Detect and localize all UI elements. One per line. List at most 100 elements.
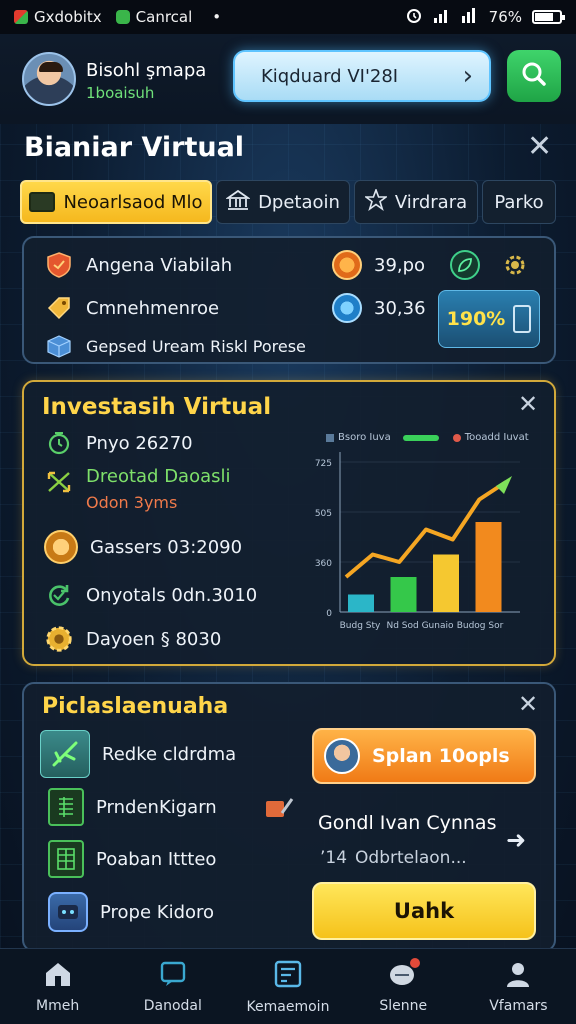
nav-profile-label: Vfamars [489, 997, 548, 1014]
nav-chat[interactable]: Danodal [115, 949, 230, 1024]
plan-secondary-button[interactable]: Uahk [312, 882, 536, 940]
shield-badge-icon [115, 10, 130, 24]
plan-primary-button[interactable]: Splan 10opls [312, 728, 536, 784]
summary-value-1: 39,po [332, 250, 425, 280]
search-value: Kiqduard VI'28I [261, 65, 399, 87]
ledger-icon [48, 788, 84, 826]
nav-notifications-label: Slenne [379, 997, 428, 1014]
invest-close-icon[interactable]: ✕ [518, 392, 538, 416]
exchange-icon [44, 466, 74, 496]
leaf-icon[interactable] [450, 250, 480, 280]
summary-row-2: Cmnehmenroe [44, 293, 219, 323]
plans-right-sub: ’14 Odbrtelaon... [320, 848, 467, 868]
invest-item-1-label: Pnyo 26270 [86, 432, 193, 454]
search-button[interactable] [507, 50, 561, 102]
plans-right-prefix: ’14 [320, 848, 348, 868]
phone-icon [513, 305, 532, 333]
plan-item-4[interactable]: Prope Kidoro [48, 892, 214, 932]
invest-item-3-label: Gassers 03:2090 [90, 536, 243, 558]
tag-icon [44, 293, 74, 323]
chart-bar [433, 554, 459, 612]
shield-icon [44, 250, 74, 280]
medal-icon [44, 530, 78, 564]
plan-item-1[interactable]: Redke cldrdma [40, 730, 236, 778]
invest-title: Investasih Virtual [42, 394, 272, 420]
avatar[interactable] [22, 52, 76, 106]
settings-icon[interactable] [500, 250, 530, 280]
summary-row-1-label: Angena Viabilah [86, 254, 233, 276]
coin-icon [332, 250, 362, 280]
star-icon [363, 187, 389, 216]
summary-row-1: Angena Viabilah [44, 250, 232, 280]
battery-percent: 76% [488, 8, 522, 26]
notification-icon [388, 957, 421, 992]
nav-profile[interactable]: Vfamars [461, 949, 576, 1024]
chart-bar [348, 594, 374, 612]
plan-primary-button-label: Splan 10opls [372, 745, 510, 767]
notification-dot-icon [410, 957, 421, 968]
summary-row-2-label: Cmnehmenroe [86, 297, 220, 319]
globe-icon [332, 293, 362, 323]
chart-bar [390, 577, 417, 612]
chevron-right-icon[interactable]: › [463, 61, 473, 91]
plan-item-2[interactable]: PrndenKigarn [48, 788, 217, 826]
profile-icon [504, 960, 532, 992]
chart-trend-arrowhead [496, 476, 512, 494]
signal-icon [433, 7, 451, 27]
plan-item-3[interactable]: Poaban Ittteo [48, 840, 216, 878]
arrow-right-icon[interactable]: ➜ [506, 826, 526, 854]
sheet-icon [48, 840, 84, 878]
nav-chat-label: Danodal [143, 997, 202, 1014]
invest-item-2: Dreotad Daoasli Odon 3yms [44, 466, 231, 512]
summary-value-2: 30,36 [332, 293, 426, 323]
chart-y-tick-label: 725 [315, 459, 332, 469]
clock-icon [44, 428, 74, 458]
summary-value-1-text: 39,po [374, 254, 426, 276]
status-dot: • [212, 8, 222, 26]
invest-item-1: Pnyo 26270 [44, 428, 193, 458]
plans-right-heading: Gondl Ivan Cynnas [318, 812, 497, 834]
home-icon [43, 960, 73, 992]
summary-row-3: Gepsed Uream Riskl Porese [44, 331, 306, 361]
summary-value-2-text: 30,36 [374, 297, 426, 319]
chat-icon [158, 960, 188, 992]
close-icon[interactable]: ✕ [527, 132, 552, 162]
nav-portfolio-label: Kemaemoin [246, 998, 330, 1015]
avatar-badge-icon [324, 738, 360, 774]
page-title: Bianiar Virtual [24, 132, 245, 163]
summary-row-3-label: Gepsed Uream Riskl Porese [86, 336, 306, 356]
invest-item-3: Gassers 03:2090 [44, 530, 242, 564]
user-subtitle: 1boaisuh [86, 84, 155, 102]
tab-parko[interactable]: Parko [482, 180, 556, 224]
nav-portfolio[interactable]: Kemaemoin [230, 949, 345, 1024]
tab-wallet-label: Neoarlsaod Mlo [63, 191, 203, 213]
invest-item-5-label: Dayoen § 8030 [86, 628, 222, 650]
tab-virtual[interactable]: Virdrara [354, 180, 478, 224]
tab-deposit[interactable]: Dpetaoin [216, 180, 350, 224]
invest-item-5: Dayoen § 8030 [44, 624, 221, 654]
plans-title: Piclaslaenuaha [42, 694, 229, 719]
invest-item-4-label: Onyotals 0dn.3010 [86, 584, 258, 606]
user-name: Bisohl şmapa [86, 60, 207, 81]
app-badge-icon [14, 10, 28, 24]
signal-2-icon [461, 7, 479, 27]
search-icon [520, 60, 548, 92]
chart-y-tick-label: 0 [326, 609, 332, 619]
invest-item-2-sub: Odon 3yms [86, 493, 178, 512]
percent-badge[interactable]: 190% [438, 290, 540, 348]
tab-wallet[interactable]: Neoarlsaod Mlo [20, 180, 212, 224]
bank-icon [225, 189, 251, 216]
nav-home[interactable]: Mmeh [0, 949, 115, 1024]
plans-close-icon[interactable]: ✕ [518, 692, 538, 716]
status-app-1-label: Gxdobitx [34, 8, 102, 26]
invest-item-4: Onyotals 0dn.3010 [44, 580, 257, 610]
search-input[interactable]: Kiqduard VI'28I › [233, 50, 491, 102]
folder-tool-icon[interactable] [264, 795, 294, 821]
chart-y-tick-label: 505 [315, 509, 332, 519]
nav-notifications[interactable]: Slenne [346, 949, 461, 1024]
plans-right-sub-text: Odbrtelaon... [355, 848, 467, 868]
plan-item-1-label: Redke cldrdma [102, 743, 237, 765]
plan-secondary-button-label: Uahk [393, 899, 455, 923]
investment-chart: Bsoro Iuva Tooadd Iuvat 725 505 360 0 Budg S… [290, 420, 540, 650]
battery-icon [532, 10, 565, 24]
